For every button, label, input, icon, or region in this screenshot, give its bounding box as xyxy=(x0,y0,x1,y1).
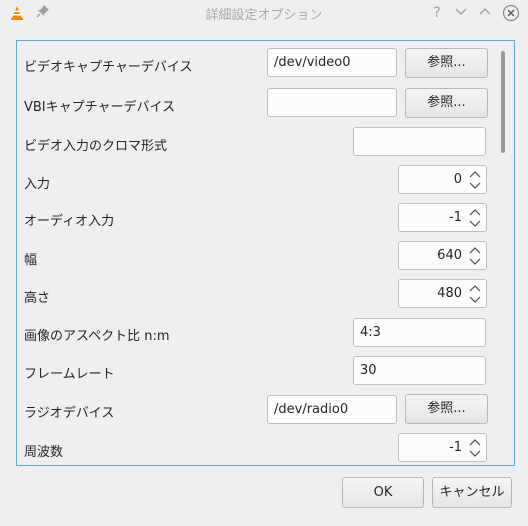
audio-input-value: -1 xyxy=(449,210,462,225)
radio-device-browse-button[interactable]: 参照... xyxy=(405,394,488,424)
frequency-spinbox[interactable]: -1 xyxy=(398,433,487,462)
vbi-device-label: VBIキャプチャーデバイス xyxy=(24,100,176,115)
input-label: 入力 xyxy=(24,177,51,192)
spin-arrows-icon[interactable] xyxy=(467,244,483,268)
minimize-icon[interactable] xyxy=(452,4,470,22)
advanced-options-dialog: 詳細設定オプション ? ビデオキャプチャーデバイス /dev/video0 参照… xyxy=(0,0,528,526)
vbi-device-browse-button[interactable]: 参照... xyxy=(405,88,488,118)
video-device-browse-button[interactable]: 参照... xyxy=(405,48,488,78)
height-label: 高さ xyxy=(24,291,51,306)
width-value: 640 xyxy=(437,248,462,263)
spin-arrows-icon[interactable] xyxy=(467,436,483,460)
vbi-device-field[interactable] xyxy=(267,88,397,117)
width-spinbox[interactable]: 640 xyxy=(398,241,487,270)
help-icon[interactable]: ? xyxy=(428,4,446,22)
video-device-label: ビデオキャプチャーデバイス xyxy=(24,60,193,75)
close-icon[interactable] xyxy=(502,4,520,22)
input-spinbox[interactable]: 0 xyxy=(398,165,487,194)
audio-input-label: オーディオ入力 xyxy=(24,214,115,229)
maximize-icon[interactable] xyxy=(476,4,494,22)
radio-device-field[interactable]: /dev/radio0 xyxy=(267,395,397,424)
settings-scroll-area[interactable]: ビデオキャプチャーデバイス /dev/video0 参照... VBIキャプチャ… xyxy=(16,40,515,466)
cancel-button[interactable]: キャンセル xyxy=(432,477,512,508)
frequency-label: 周波数 xyxy=(24,445,64,460)
aspect-ratio-field[interactable]: 4:3 xyxy=(353,318,486,347)
framerate-field[interactable]: 30 xyxy=(353,356,486,385)
video-device-field[interactable]: /dev/video0 xyxy=(267,48,397,77)
width-label: 幅 xyxy=(24,253,38,268)
title-bar: 詳細設定オプション ? xyxy=(0,0,528,26)
radio-device-label: ラジオデバイス xyxy=(24,406,115,421)
vertical-scrollbar[interactable] xyxy=(501,51,505,153)
ok-button[interactable]: OK xyxy=(342,477,424,508)
input-value: 0 xyxy=(453,172,462,187)
spin-arrows-icon[interactable] xyxy=(467,168,483,192)
spin-arrows-icon[interactable] xyxy=(467,206,483,230)
height-spinbox[interactable]: 480 xyxy=(398,279,487,308)
spin-arrows-icon[interactable] xyxy=(467,282,483,306)
window-title: 詳細設定オプション xyxy=(205,8,323,23)
chroma-label: ビデオ入力のクロマ形式 xyxy=(24,139,168,154)
height-value: 480 xyxy=(437,286,462,301)
audio-input-spinbox[interactable]: -1 xyxy=(398,203,487,232)
aspect-ratio-label: 画像のアスペクト比 n:m xyxy=(24,329,170,344)
framerate-label: フレームレート xyxy=(24,367,115,382)
chroma-field[interactable] xyxy=(353,127,486,156)
frequency-value: -1 xyxy=(449,440,462,455)
